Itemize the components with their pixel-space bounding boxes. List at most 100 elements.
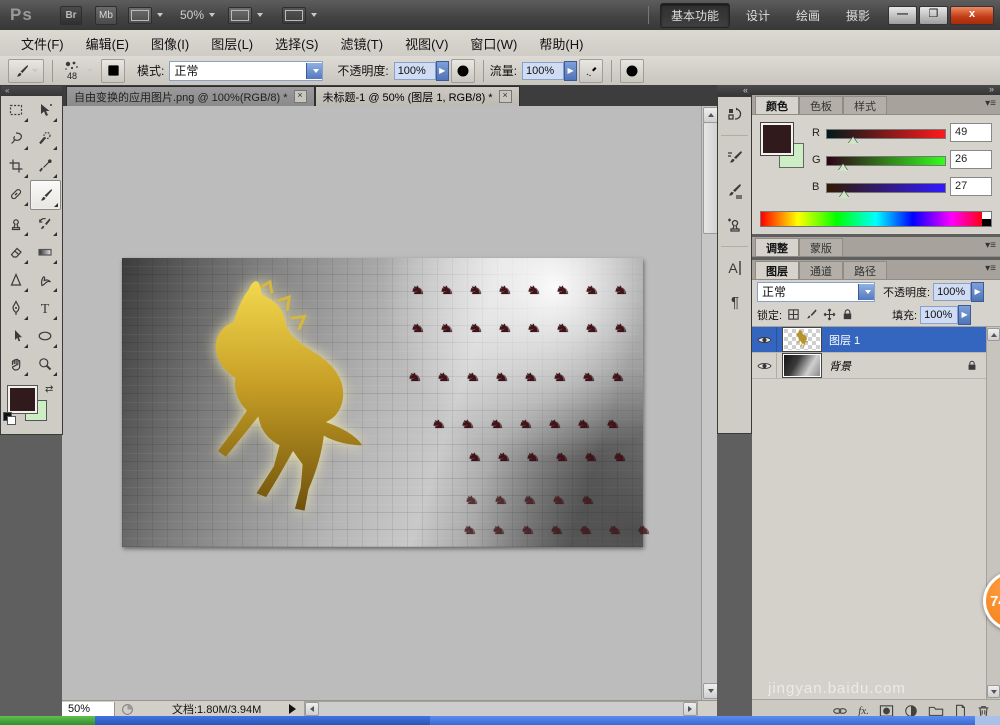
view-extras-button[interactable] [128,5,163,25]
workspace-photography-button[interactable]: 摄影 [836,4,880,27]
tab-channels[interactable]: 通道 [799,261,843,279]
scroll-right-button[interactable] [683,702,697,716]
status-flyout-button[interactable] [289,704,296,714]
canvas-pasteboard[interactable]: ♞♞♞♞♞♞♞♞♞♞♞♞♞♞♞♞♞♞♞♞♞♞♞♞♞♞♞♞♞♞♞♞♞♞♞♞♞♞♞♞… [62,106,701,700]
green-value-input[interactable]: 26 [950,150,992,169]
layer-row-1[interactable]: 图层 1 [752,327,1000,353]
dropdown-button[interactable] [858,284,874,300]
document-tab-2[interactable]: 未标题-1 @ 50% (图层 1, RGB/8) * × [315,86,520,106]
brush-panel-button[interactable] [718,140,751,174]
document-tab-1[interactable]: 自由变换的应用图片.png @ 100%(RGB/8) * × [66,86,315,106]
layer-name[interactable]: 背景 [829,358,851,374]
history-panel-button[interactable] [718,97,751,131]
scroll-up-button[interactable] [987,328,1000,341]
crop-tool[interactable] [1,152,30,180]
gradient-tool[interactable] [30,238,59,266]
scroll-left-button[interactable] [305,702,319,716]
canvas-image[interactable]: ♞♞♞♞♞♞♞♞♞♞♞♞♞♞♞♞♞♞♞♞♞♞♞♞♞♞♞♞♞♞♞♞♞♞♞♞♞♞♞♞… [122,258,643,547]
panel-menu-icon[interactable]: ▾≡ [985,240,996,251]
arrange-documents-button[interactable] [228,5,263,25]
windows-taskbar[interactable] [0,716,1000,725]
workspace-painting-button[interactable]: 绘画 [786,4,830,27]
layer-style-icon[interactable]: fx. [858,705,869,717]
swap-colors-icon[interactable]: ⇄ [45,384,53,395]
blue-slider-thumb[interactable] [839,191,849,198]
fill-slider[interactable]: ▶ [958,305,971,325]
ellipse-shape-tool[interactable] [30,322,59,350]
close-tab-icon[interactable]: × [499,90,512,103]
rectangular-marquee-tool[interactable] [1,96,30,124]
color-spectrum-ramp[interactable] [760,211,992,227]
eyedropper-tool[interactable] [30,152,59,180]
fill-input[interactable]: 100% [920,306,958,324]
type-tool[interactable]: T [30,294,59,322]
menu-view[interactable]: 视图(V) [394,30,459,57]
green-slider-thumb[interactable] [838,164,848,171]
panel-menu-icon[interactable]: ▾≡ [985,263,996,274]
system-tray[interactable] [975,716,1000,725]
taskbar-app-button[interactable] [430,716,975,725]
tab-swatches[interactable]: 色板 [799,96,843,114]
smudge-tool[interactable] [30,266,59,294]
red-slider[interactable] [826,129,946,139]
layer-blend-mode-select[interactable]: 正常 [757,282,875,302]
lock-position-button[interactable] [822,307,837,322]
close-button[interactable]: x [950,6,994,25]
tools-panel-header[interactable]: « [1,86,62,96]
menu-filter[interactable]: 滤镜(T) [329,30,394,57]
brush-presets-panel-button[interactable] [718,174,751,208]
pressure-size-button[interactable] [620,59,644,83]
lock-transparency-button[interactable] [786,307,801,322]
menu-layer[interactable]: 图层(L) [200,30,264,57]
tab-masks[interactable]: 蒙版 [799,238,843,256]
zoom-tool[interactable] [30,350,59,378]
sharpen-tool[interactable] [1,266,30,294]
launch-minibridge-button[interactable]: Mb [95,5,117,25]
red-value-input[interactable]: 49 [950,123,992,142]
hand-tool[interactable] [1,350,30,378]
tab-color[interactable]: 颜色 [755,96,799,114]
menu-select[interactable]: 选择(S) [264,30,329,57]
lock-all-button[interactable] [840,307,855,322]
layer-row-2[interactable]: 背景 [752,353,1000,379]
lasso-tool[interactable] [1,124,30,152]
tool-preset-picker[interactable] [8,59,44,83]
screen-mode-button[interactable] [282,5,317,25]
white-swatch[interactable] [982,212,991,219]
layer-opacity-input[interactable]: 100% [933,283,971,301]
menu-window[interactable]: 窗口(W) [459,30,528,57]
pen-tool[interactable] [1,294,30,322]
scroll-down-button[interactable] [987,685,1000,698]
layer-name[interactable]: 图层 1 [829,332,860,348]
airbrush-button[interactable] [579,59,603,83]
foreground-color-swatch[interactable] [761,123,793,155]
foreground-color-swatch[interactable] [8,386,37,413]
red-slider-thumb[interactable] [848,137,858,144]
zoom-level-button[interactable]: 50% [180,5,215,25]
flow-input[interactable]: 100% [522,62,564,80]
quick-selection-tool[interactable] [30,124,59,152]
dropdown-button[interactable] [306,63,322,79]
path-selection-tool[interactable] [1,322,30,350]
start-button[interactable] [0,716,95,725]
panel-menu-icon[interactable]: ▾≡ [985,98,996,109]
character-panel-button[interactable]: A [718,251,751,285]
default-colors-icon[interactable] [3,412,14,423]
tab-layers[interactable]: 图层 [755,261,799,279]
history-brush-tool[interactable] [30,210,59,238]
layer-visibility-toggle[interactable] [752,353,777,378]
layer-opacity-slider[interactable]: ▶ [971,282,984,302]
menu-file[interactable]: 文件(F) [10,30,75,57]
layer-visibility-toggle[interactable] [752,327,777,352]
brush-preset-picker[interactable]: 48 [63,60,81,81]
layers-scrollbar[interactable] [986,327,1000,699]
layer-thumbnail[interactable] [783,354,821,377]
spot-healing-brush-tool[interactable] [1,180,30,208]
workspace-design-button[interactable]: 设计 [736,4,780,27]
brush-tool[interactable] [30,180,61,210]
minimize-button[interactable]: — [888,6,917,25]
dock-collapse-header[interactable]: » [752,85,1000,95]
menu-image[interactable]: 图像(I) [140,30,200,57]
clone-source-panel-button[interactable] [718,208,751,242]
bridge-icon[interactable]: Br [60,6,82,25]
